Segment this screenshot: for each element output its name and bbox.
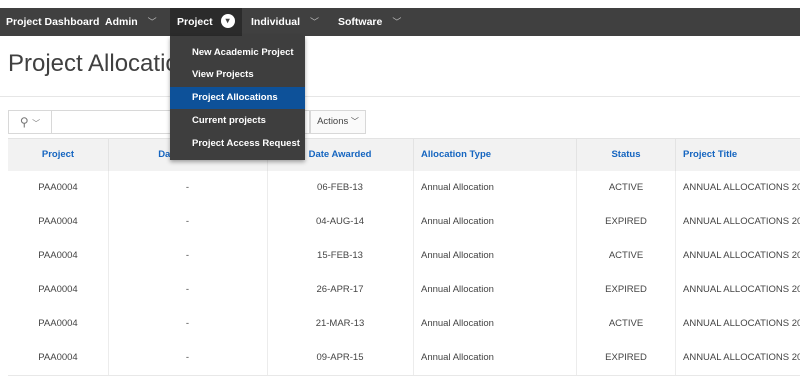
chevron-down-icon[interactable]: ﹀ (310, 8, 319, 36)
cell-status: EXPIRED (577, 341, 676, 375)
cell-allocation-type: Annual Allocation (413, 171, 577, 205)
cell-date-created: - (108, 341, 268, 375)
search-icon: ⚲ (19, 115, 29, 129)
cell-date-created: - (108, 273, 268, 307)
column-header-project[interactable]: Project (8, 139, 109, 171)
divider (0, 96, 800, 97)
nav-admin[interactable]: Admin ﹀ (105, 8, 157, 36)
cell-date-awarded: 15-FEB-13 (267, 239, 414, 273)
table-row: PAA0004 - 26-APR-17 Annual Allocation EX… (8, 273, 800, 308)
column-header-project-title[interactable]: Project Title (675, 139, 800, 171)
cell-project-title: ANNUAL ALLOCATIONS 2018 (683, 216, 800, 227)
chevron-down-icon[interactable]: ▾ (220, 14, 235, 29)
nav-label: Individual (251, 16, 301, 28)
cell-date-created: - (108, 171, 268, 205)
column-header-allocation-type[interactable]: Allocation Type (413, 139, 577, 171)
project-dropdown-menu: New Academic Project View Projects Proje… (170, 36, 305, 160)
chevron-down-icon[interactable]: ﹀ (148, 8, 157, 36)
chevron-down-icon[interactable]: ﹀ (392, 8, 401, 36)
table-header: Project Date Created Date Awarded Alloca… (8, 138, 800, 172)
cell-allocation-type: Annual Allocation (413, 307, 577, 341)
column-header-status[interactable]: Status (577, 139, 676, 171)
cell-project: PAA0004 (8, 239, 109, 273)
actions-label: Actions (317, 116, 349, 127)
cell-project-title: ANNUAL ALLOCATIONS 2018 (683, 182, 800, 193)
cell-date-created: - (108, 307, 268, 341)
cell-project: PAA0004 (8, 171, 109, 205)
cell-project: PAA0004 (8, 205, 109, 239)
report-toolbar: ⚲ ﹀ Actions ﹀ (8, 106, 800, 136)
cell-project-title: ANNUAL ALLOCATIONS 2018 (683, 352, 800, 363)
cell-date-awarded: 04-AUG-14 (267, 205, 414, 239)
cell-allocation-type: Annual Allocation (413, 341, 577, 375)
nav-software[interactable]: Software ﹀ (338, 8, 401, 36)
cell-status: EXPIRED (577, 273, 676, 307)
nav-label: Project Dashboard (6, 16, 100, 28)
search-column-button[interactable]: ⚲ ﹀ (9, 111, 52, 133)
cell-status: EXPIRED (577, 205, 676, 239)
main-navbar: Project Dashboard Admin ﹀ Project ▾ Indivi… (0, 8, 800, 36)
cell-status: ACTIVE (577, 239, 676, 273)
cell-project-title: ANNUAL ALLOCATIONS 2018 (683, 318, 800, 329)
cell-allocation-type: Annual Allocation (413, 205, 577, 239)
cell-date-created: - (108, 239, 268, 273)
menu-item-view-projects[interactable]: View Projects (170, 64, 305, 86)
table-row: PAA0004 - 04-AUG-14 Annual Allocation EX… (8, 205, 800, 240)
table-row: PAA0004 - 21-MAR-13 Annual Allocation AC… (8, 307, 800, 342)
nav-label: Admin (105, 16, 138, 28)
cell-status: ACTIVE (577, 171, 676, 205)
nav-individual[interactable]: Individual ﹀ (251, 8, 319, 36)
nav-label: Project (177, 16, 213, 28)
cell-project: PAA0004 (8, 273, 109, 307)
cell-allocation-type: Annual Allocation (413, 273, 577, 307)
cell-date-awarded: 06-FEB-13 (267, 171, 414, 205)
cell-project: PAA0004 (8, 307, 109, 341)
chevron-down-icon: ﹀ (350, 117, 359, 126)
chevron-down-icon: ﹀ (32, 119, 41, 128)
cell-project-title: ANNUAL ALLOCATIONS 2018 (683, 284, 800, 295)
cell-date-awarded: 21-MAR-13 (267, 307, 414, 341)
top-strip (0, 0, 800, 8)
table-row: PAA0004 - 06-FEB-13 Annual Allocation AC… (8, 171, 800, 206)
nav-label: Software (338, 16, 383, 28)
cell-allocation-type: Annual Allocation (413, 239, 577, 273)
cell-project-title: ANNUAL ALLOCATIONS 2018 (683, 250, 800, 261)
menu-item-current-projects[interactable]: Current projects (170, 110, 305, 132)
menu-item-project-allocations[interactable]: Project Allocations (170, 87, 305, 109)
menu-item-new-academic-project[interactable]: New Academic Project (170, 42, 305, 64)
nav-project[interactable]: Project ▾ (170, 8, 242, 36)
cell-date-created: - (108, 205, 268, 239)
nav-project-dashboard[interactable]: Project Dashboard (6, 8, 99, 36)
cell-date-awarded: 09-APR-15 (267, 341, 414, 375)
menu-item-project-access-request[interactable]: Project Access Request (170, 133, 305, 155)
cell-date-awarded: 26-APR-17 (267, 273, 414, 307)
actions-button[interactable]: Actions ﹀ (310, 110, 366, 134)
cell-status: ACTIVE (577, 307, 676, 341)
table-row: PAA0004 - 15-FEB-13 Annual Allocation AC… (8, 239, 800, 274)
cell-project: PAA0004 (8, 341, 109, 375)
